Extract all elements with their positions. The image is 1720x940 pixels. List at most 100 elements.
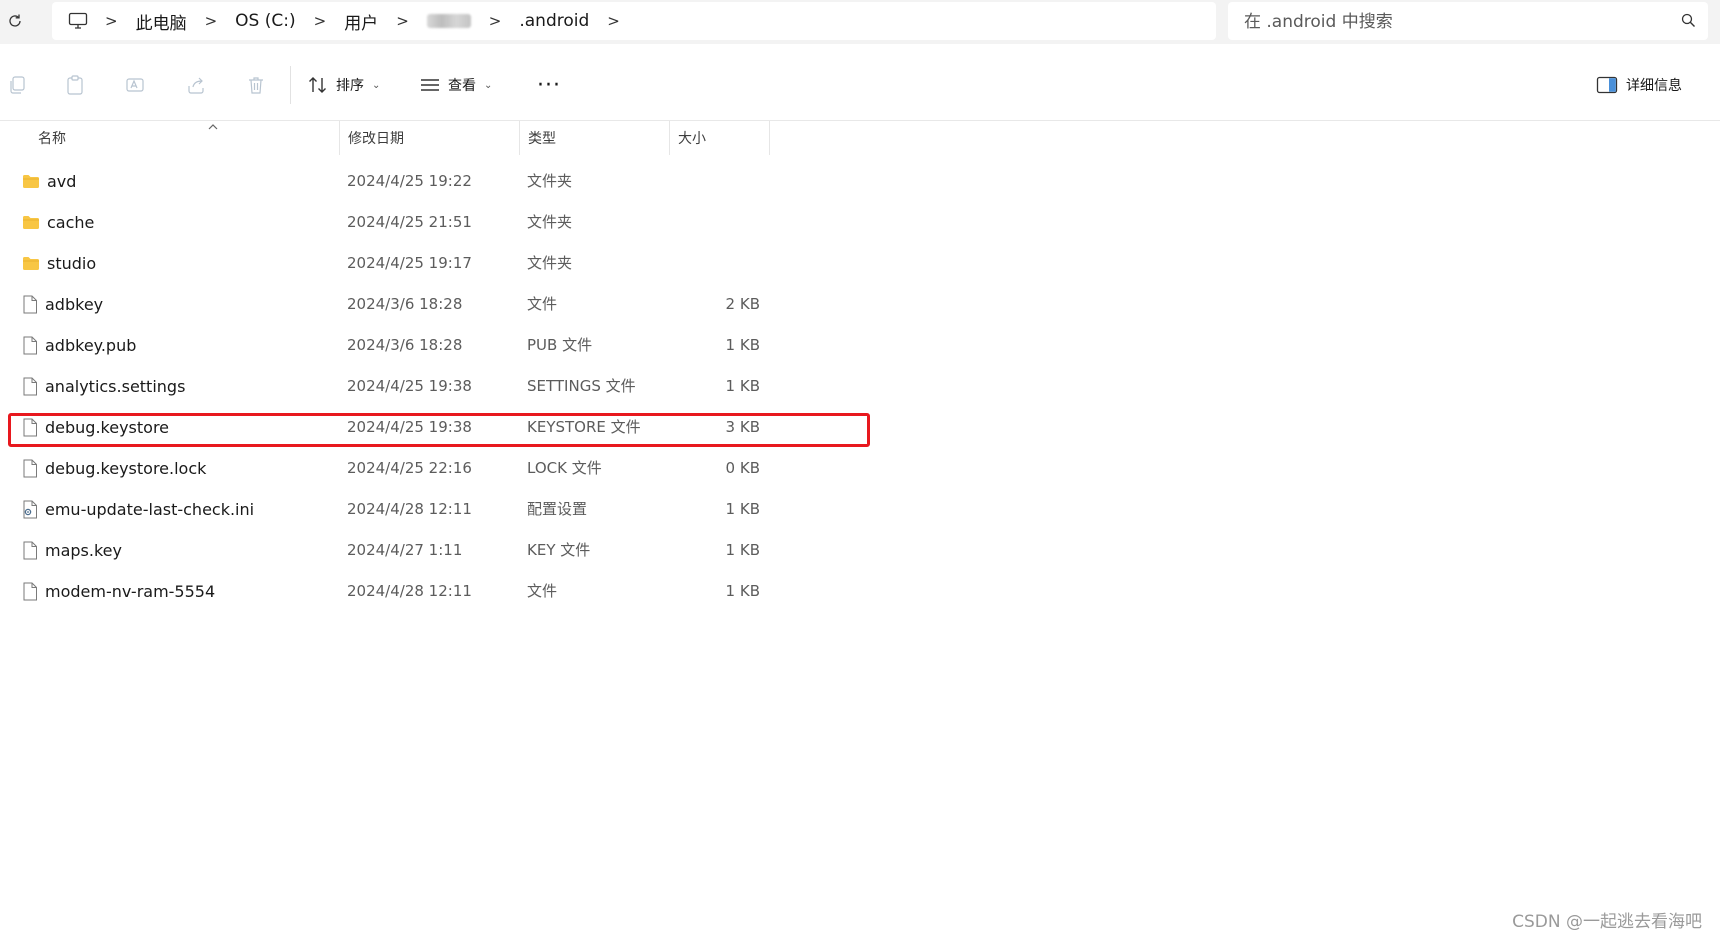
more-options-button[interactable]: ··· (534, 69, 564, 101)
sort-button[interactable]: 排序 ⌄ (308, 69, 380, 101)
search-icon[interactable] (1681, 13, 1696, 32)
breadcrumb-separator[interactable]: > (480, 12, 511, 30)
view-button[interactable]: 查看 ⌄ (420, 69, 492, 101)
breadcrumb[interactable]: > 此电脑 > OS (C:) > 用户 > > .android > (52, 2, 1216, 40)
file-date: 2024/4/28 12:11 (347, 582, 472, 600)
delete-icon[interactable] (243, 72, 269, 98)
breadcrumb-item-username-redacted[interactable] (418, 2, 480, 40)
file-row[interactable]: cache 2024/4/25 21:51 文件夹 (0, 202, 780, 243)
breadcrumb-separator[interactable]: > (305, 12, 336, 30)
column-size-label: 大小 (678, 131, 706, 147)
file-date: 2024/4/25 19:17 (347, 254, 472, 272)
file-name-cell[interactable]: analytics.settings (22, 366, 185, 407)
column-header-size[interactable]: 大小 (670, 121, 770, 155)
file-row[interactable]: avd 2024/4/25 19:22 文件夹 (0, 161, 780, 202)
file-name: debug.keystore.lock (45, 459, 207, 478)
file-size (680, 161, 760, 202)
file-row[interactable]: adbkey.pub 2024/3/6 18:28 PUB 文件 1 KB (0, 325, 780, 366)
address-bar-row: > 此电脑 > OS (C:) > 用户 > > .android > (0, 0, 1720, 44)
folder-icon (22, 256, 40, 271)
column-type-label: 类型 (528, 131, 556, 147)
file-name-cell[interactable]: adbkey.pub (22, 325, 136, 366)
file-row[interactable]: debug.keystore.lock 2024/4/25 22:16 LOCK 文… (0, 448, 780, 489)
details-pane-icon (1596, 76, 1618, 94)
settings-file-icon (22, 500, 38, 519)
file-type: 文件 (527, 295, 558, 313)
column-header-date[interactable]: 修改日期 (340, 121, 520, 155)
column-header-name[interactable]: 名称 (30, 121, 340, 155)
paste-icon[interactable] (62, 72, 88, 98)
details-pane-button[interactable]: 详细信息 (1596, 69, 1682, 101)
file-type: KEY 文件 (527, 541, 591, 559)
highlight-annotation-box (8, 413, 870, 447)
file-name: studio (47, 254, 97, 273)
file-date: 2024/4/27 1:11 (347, 541, 463, 559)
file-row[interactable]: emu-update-last-check.ini 2024/4/28 12:11… (0, 489, 780, 530)
file-row[interactable]: studio 2024/4/25 19:17 文件夹 (0, 243, 780, 284)
file-row[interactable]: adbkey 2024/3/6 18:28 文件 2 KB (0, 284, 780, 325)
breadcrumb-item-os-c[interactable]: OS (C:) (226, 2, 304, 40)
breadcrumb-label: 此电脑 (135, 13, 187, 34)
view-list-icon (421, 79, 439, 91)
chevron-down-icon: ⌄ (372, 79, 381, 91)
sort-label: 排序 (336, 78, 364, 94)
breadcrumb-label: .android (519, 11, 590, 31)
file-name-cell[interactable]: emu-update-last-check.ini (22, 489, 254, 530)
sort-ascending-icon (208, 124, 218, 130)
file-row[interactable]: analytics.settings 2024/4/25 19:38 SETTING… (0, 366, 780, 407)
redacted-username (426, 14, 471, 28)
file-size: 1 KB (725, 541, 760, 559)
file-name: modem-nv-ram-5554 (45, 582, 216, 601)
file-date: 2024/4/25 19:22 (347, 172, 472, 190)
chevron-down-icon: ⌄ (484, 79, 493, 91)
share-icon[interactable] (183, 72, 209, 98)
file-type: SETTINGS 文件 (527, 377, 636, 395)
column-headers: 名称 修改日期 类型 大小 (0, 121, 1720, 155)
column-name-label: 名称 (38, 131, 66, 147)
file-date: 2024/3/6 18:28 (347, 295, 463, 313)
column-header-type[interactable]: 类型 (520, 121, 670, 155)
file-icon (22, 295, 38, 314)
breadcrumb-separator[interactable]: > (196, 12, 227, 30)
breadcrumb-item-this-pc[interactable]: 此电脑 (127, 2, 196, 40)
file-name-cell[interactable]: debug.keystore.lock (22, 448, 206, 489)
breadcrumb-item-users[interactable]: 用户 (335, 2, 387, 40)
toolbar-divider (290, 66, 291, 104)
file-name: cache (47, 213, 95, 232)
file-name: maps.key (45, 541, 122, 560)
file-name: adbkey (45, 295, 104, 314)
view-label: 查看 (448, 78, 476, 94)
file-type: 文件夹 (527, 213, 573, 231)
this-pc-icon[interactable] (52, 12, 96, 30)
file-name-cell[interactable]: modem-nv-ram-5554 (22, 571, 215, 612)
breadcrumb-separator[interactable]: > (598, 12, 629, 30)
file-name-cell[interactable]: maps.key (22, 530, 122, 571)
file-size: 0 KB (725, 459, 760, 477)
breadcrumb-label: 用户 (344, 13, 379, 34)
sort-icon (309, 77, 326, 93)
file-row[interactable]: maps.key 2024/4/27 1:11 KEY 文件 1 KB (0, 530, 780, 571)
file-name-cell[interactable]: adbkey (22, 284, 103, 325)
refresh-button[interactable] (4, 10, 26, 32)
rename-icon[interactable] (122, 72, 148, 98)
file-size: 2 KB (725, 295, 760, 313)
file-size: 1 KB (725, 336, 760, 354)
copy-icon[interactable] (4, 72, 30, 98)
file-name-cell[interactable]: cache (22, 202, 94, 243)
file-type: 文件 (527, 582, 558, 600)
file-name-cell[interactable]: avd (22, 161, 76, 202)
file-icon (22, 541, 38, 560)
file-name-cell[interactable]: studio (22, 243, 96, 284)
search-input[interactable] (1242, 2, 1666, 42)
file-name: adbkey.pub (45, 336, 137, 355)
breadcrumb-separator[interactable]: > (387, 12, 418, 30)
search-box (1228, 2, 1708, 42)
breadcrumb-item-android[interactable]: .android (510, 2, 598, 40)
file-icon (22, 582, 38, 601)
file-type: 文件夹 (527, 172, 573, 190)
folder-icon (22, 215, 40, 230)
file-row[interactable]: modem-nv-ram-5554 2024/4/28 12:11 文件 1 KB (0, 571, 780, 612)
file-name: analytics.settings (45, 377, 186, 396)
file-date: 2024/4/28 12:11 (347, 500, 472, 518)
breadcrumb-separator[interactable]: > (96, 12, 127, 30)
